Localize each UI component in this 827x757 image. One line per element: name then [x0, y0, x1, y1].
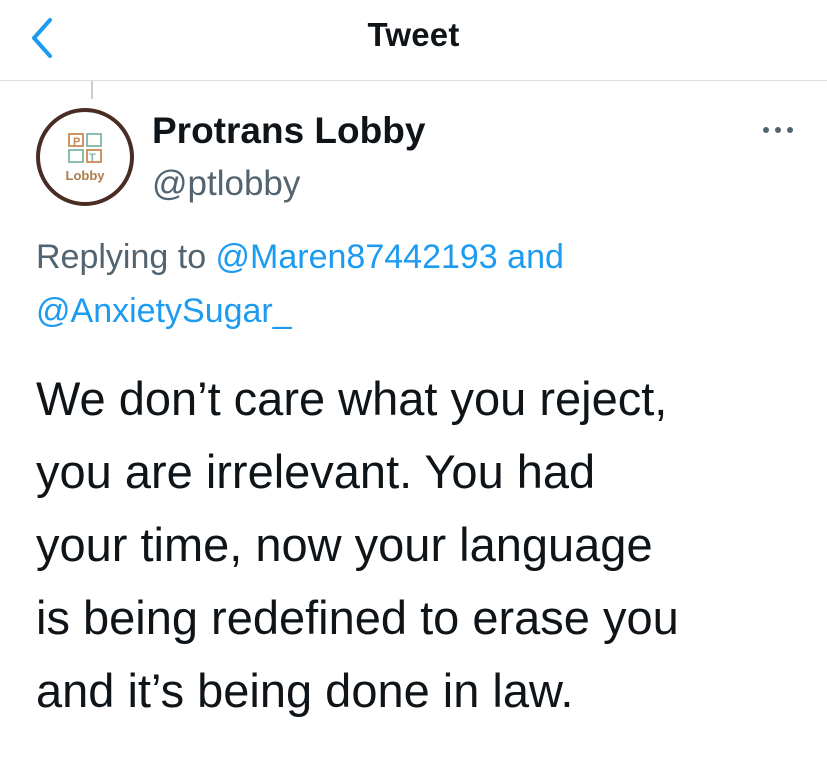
- tweet-text-line: your time, now your language: [36, 518, 653, 571]
- mention-link[interactable]: @AnxietySugar_: [36, 292, 292, 330]
- reply-context: Replying to @Maren87442193 and @AnxietyS…: [36, 230, 806, 338]
- more-options-button[interactable]: [758, 118, 798, 142]
- top-navigation-bar: Tweet: [0, 0, 827, 81]
- mention-link[interactable]: @Maren87442193: [216, 238, 498, 276]
- tweet-text-line: and it’s being done in law.: [36, 664, 574, 717]
- author-display-name[interactable]: Protrans Lobby: [152, 110, 425, 152]
- thread-connector-line: [91, 81, 93, 99]
- author-handle[interactable]: @ptlobby: [152, 164, 300, 204]
- page-title: Tweet: [367, 16, 460, 53]
- avatar-label: Lobby: [65, 168, 105, 183]
- more-horizontal-icon: [763, 127, 793, 133]
- tweet-text-line: We don’t care what you reject,: [36, 372, 668, 425]
- tweet-text: We don’t care what you reject, you are i…: [36, 362, 821, 727]
- avatar[interactable]: P T Lobby: [36, 108, 134, 206]
- protrans-lobby-logo-icon: P T: [68, 133, 102, 164]
- mention-connector[interactable]: and: [498, 238, 564, 276]
- svg-text:T: T: [89, 152, 96, 164]
- tweet-text-line: you are irrelevant. You had: [36, 445, 596, 498]
- tweet-text-line: is being redefined to erase you: [36, 591, 679, 644]
- svg-text:P: P: [73, 136, 80, 148]
- reply-prefix: Replying to: [36, 238, 216, 276]
